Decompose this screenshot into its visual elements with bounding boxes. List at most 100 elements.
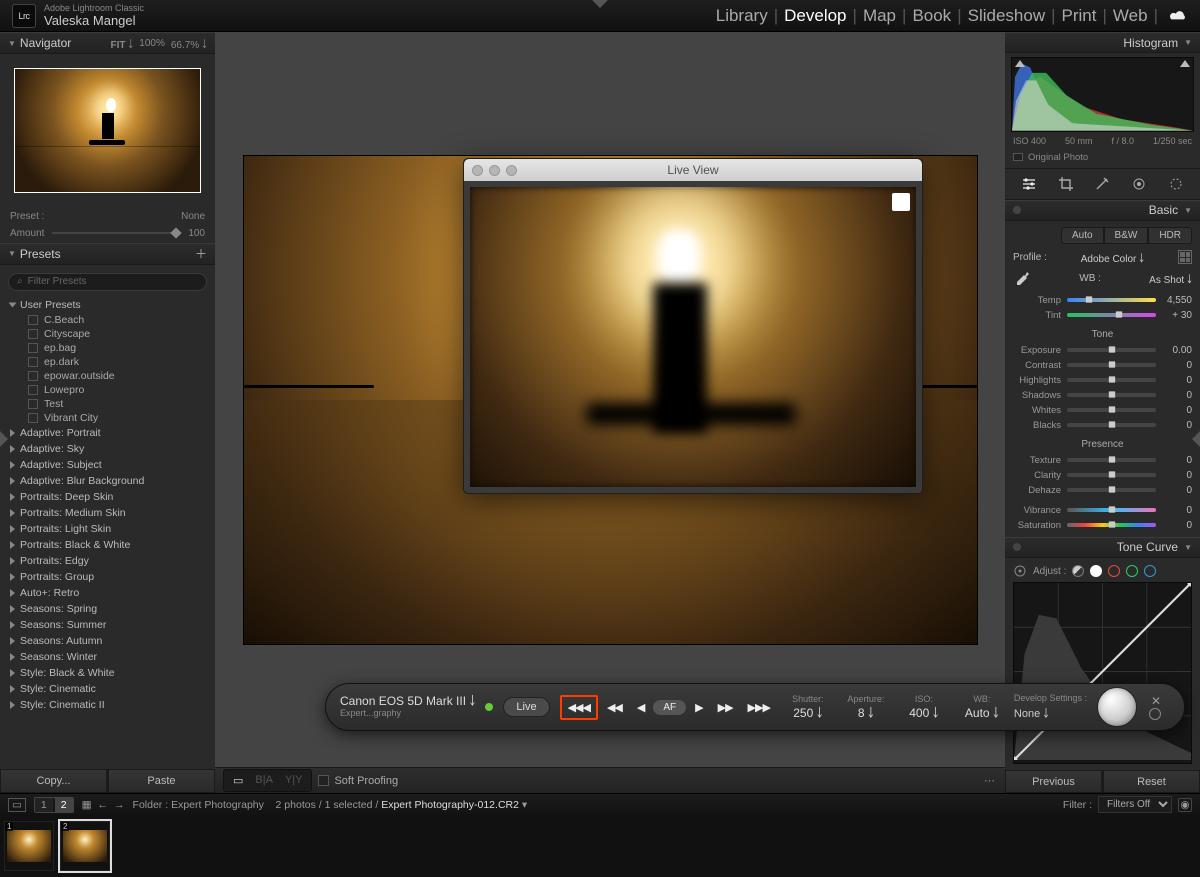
second-window-icon[interactable]: ▭ xyxy=(8,798,26,812)
preset-group[interactable]: Adaptive: Blur Background xyxy=(0,473,215,489)
curve-green-icon[interactable] xyxy=(1126,565,1138,577)
curve-parametric-icon[interactable] xyxy=(1072,565,1084,577)
nav-zoom-custom[interactable]: 66.7% ￬ xyxy=(171,36,207,51)
filter-lock-icon[interactable]: ◉ xyxy=(1178,798,1192,812)
target-adjust-icon[interactable] xyxy=(1013,564,1027,578)
nav-zoom-100[interactable]: 100% xyxy=(139,38,165,49)
preset-item[interactable]: epowar.outside xyxy=(0,369,215,383)
before-after-tb-icon[interactable]: Y|Y xyxy=(281,772,307,789)
module-web[interactable]: Web xyxy=(1113,6,1148,26)
preset-group[interactable]: Seasons: Winter xyxy=(0,649,215,665)
wb-dropdown[interactable]: As Shot ￬ xyxy=(1149,271,1192,286)
rotate-icon[interactable] xyxy=(892,193,910,211)
exposure-slider[interactable]: Exposure0.00 xyxy=(1013,343,1192,358)
curve-red-icon[interactable] xyxy=(1108,565,1120,577)
nav-fit[interactable]: FIT ￬ xyxy=(111,36,134,51)
filmstrip[interactable]: 1 2 xyxy=(0,815,1200,877)
tether-wb[interactable]: WB:Auto ￬ xyxy=(960,694,1004,721)
shadows-slider[interactable]: Shadows0 xyxy=(1013,388,1192,403)
live-view-titlebar[interactable]: Live View xyxy=(464,159,922,181)
before-after-lr-icon[interactable]: B|A xyxy=(251,772,277,789)
module-print[interactable]: Print xyxy=(1062,6,1097,26)
clarity-slider[interactable]: Clarity0 xyxy=(1013,468,1192,483)
breadcrumb[interactable]: Folder : Expert Photography 2 photos / 1… xyxy=(133,799,528,811)
tether-iso[interactable]: ISO:400 ￬ xyxy=(902,694,946,721)
preset-item[interactable]: Cityscape xyxy=(0,327,215,341)
contrast-slider[interactable]: Contrast0 xyxy=(1013,358,1192,373)
toolbar-more-icon[interactable]: ⋯ xyxy=(984,774,997,787)
preset-group[interactable]: Auto+: Retro xyxy=(0,585,215,601)
preset-group[interactable]: Adaptive: Portrait xyxy=(0,425,215,441)
copy-button[interactable]: Copy... xyxy=(0,769,107,793)
navigator-thumbnail[interactable] xyxy=(14,68,201,193)
texture-slider[interactable]: Texture0 xyxy=(1013,453,1192,468)
bw-button[interactable]: B&W xyxy=(1104,227,1149,244)
crop-tool-icon[interactable] xyxy=(1058,176,1074,192)
tether-camera-name[interactable]: Canon EOS 5D Mark III ￬ xyxy=(340,695,475,708)
add-preset-icon[interactable]: ＋ xyxy=(195,245,207,262)
preset-group[interactable]: Seasons: Spring xyxy=(0,601,215,617)
forward-icon[interactable]: → xyxy=(114,799,125,811)
collapse-left-panel[interactable] xyxy=(0,431,8,447)
highlight-clip-icon[interactable] xyxy=(1180,60,1190,67)
reset-button[interactable]: Reset xyxy=(1103,770,1200,793)
dehaze-slider[interactable]: Dehaze0 xyxy=(1013,483,1192,498)
tether-settings-icon[interactable] xyxy=(1149,708,1161,720)
module-slideshow[interactable]: Slideshow xyxy=(968,6,1046,26)
module-map[interactable]: Map xyxy=(863,6,896,26)
focus-far-2[interactable]: ◀◀ xyxy=(601,698,628,717)
histogram[interactable] xyxy=(1011,57,1194,132)
filter-dropdown[interactable]: Filters Off xyxy=(1098,796,1172,813)
basic-header[interactable]: Basic▼ xyxy=(1005,200,1200,221)
preset-group[interactable]: Style: Cinematic II xyxy=(0,697,215,713)
temp-slider[interactable]: Temp4,550 xyxy=(1013,293,1192,308)
tether-shutter[interactable]: Shutter:250 ￬ xyxy=(786,694,830,721)
module-develop[interactable]: Develop xyxy=(784,6,846,26)
focus-near-1[interactable]: ▶ xyxy=(689,698,708,717)
focus-far-3[interactable]: ◀◀◀ xyxy=(560,695,598,720)
module-library[interactable]: Library xyxy=(716,6,768,26)
grid-icon[interactable]: ▦ xyxy=(82,799,92,811)
navigator-header[interactable]: ▼Navigator FIT ￬ 100% 66.7% ￬ xyxy=(0,32,215,54)
paste-button[interactable]: Paste xyxy=(108,769,215,793)
tone-curve-header[interactable]: Tone Curve▼ xyxy=(1005,537,1200,558)
masking-tool-icon[interactable] xyxy=(1168,176,1184,192)
preset-search[interactable]: ⌕Filter Presets xyxy=(8,273,207,291)
edit-tool-icon[interactable] xyxy=(1021,176,1037,192)
focus-far-1[interactable]: ◀ xyxy=(631,698,650,717)
tone-curve-editor[interactable] xyxy=(1013,582,1192,764)
preset-item[interactable]: C.Beach xyxy=(0,313,215,327)
soft-proofing-toggle[interactable]: Soft Proofing xyxy=(318,775,398,787)
panel-toggle-icon[interactable] xyxy=(1013,206,1021,214)
filmstrip-thumb-1[interactable]: 1 xyxy=(4,821,54,871)
collapse-right-panel[interactable] xyxy=(1192,431,1200,447)
af-button[interactable]: AF xyxy=(653,700,686,715)
preset-group[interactable]: Seasons: Autumn xyxy=(0,633,215,649)
preset-group[interactable]: Seasons: Summer xyxy=(0,617,215,633)
preset-item[interactable]: Test xyxy=(0,397,215,411)
previous-button[interactable]: Previous xyxy=(1005,770,1102,793)
histogram-header[interactable]: Histogram▼ xyxy=(1005,32,1200,53)
focus-near-3[interactable]: ▶▶▶ xyxy=(742,698,776,717)
auto-button[interactable]: Auto xyxy=(1061,227,1104,244)
original-photo-row[interactable]: Original Photo xyxy=(1005,150,1200,169)
preset-group[interactable]: Portraits: Edgy xyxy=(0,553,215,569)
shadow-clip-icon[interactable] xyxy=(1015,60,1025,67)
preset-group[interactable]: Style: Cinematic xyxy=(0,681,215,697)
preset-group[interactable]: Portraits: Light Skin xyxy=(0,521,215,537)
preset-item[interactable]: ep.dark xyxy=(0,355,215,369)
preset-group[interactable]: Portraits: Black & White xyxy=(0,537,215,553)
live-view-window[interactable]: Live View xyxy=(463,158,923,494)
tint-slider[interactable]: Tint+ 30 xyxy=(1013,308,1192,323)
pager[interactable]: 12 xyxy=(34,797,74,813)
profile-browser-icon[interactable] xyxy=(1178,250,1192,264)
focus-near-2[interactable]: ▶▶ xyxy=(712,698,739,717)
heal-tool-icon[interactable] xyxy=(1094,176,1110,192)
wb-eyedropper-icon[interactable] xyxy=(1013,270,1031,288)
module-book[interactable]: Book xyxy=(912,6,951,26)
preset-group[interactable]: Style: Black & White xyxy=(0,665,215,681)
tether-aperture[interactable]: Aperture:8 ￬ xyxy=(844,694,888,721)
shutter-button[interactable] xyxy=(1097,687,1137,727)
whites-slider[interactable]: Whites0 xyxy=(1013,403,1192,418)
preset-item[interactable]: Lowepro xyxy=(0,383,215,397)
